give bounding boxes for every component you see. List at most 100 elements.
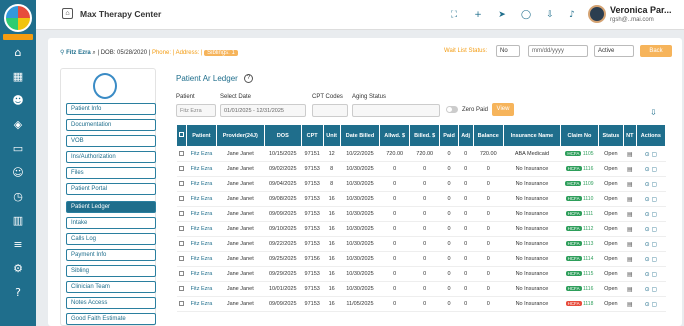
download-icon[interactable]: ⇩ <box>650 108 657 117</box>
row-checkbox[interactable] <box>179 240 185 246</box>
claim-cell[interactable]: HCFA 1109 <box>560 176 599 192</box>
note-icon[interactable]: ▤ <box>627 211 633 218</box>
claim-number[interactable]: 1113 <box>582 241 593 247</box>
table-row[interactable]: Fitz Ezra Jane Janet 09/10/2025 97153 16 10/3… <box>176 221 666 237</box>
row-checkbox-cell[interactable] <box>176 176 187 192</box>
message-action-icon[interactable]: ▢ <box>652 301 658 308</box>
menu-calls-log[interactable]: Calls Log <box>66 233 156 245</box>
view-action-icon[interactable]: ⊙ <box>645 241 652 248</box>
search-icon[interactable]: ⌕ <box>92 50 95 56</box>
claim-cell[interactable]: HCFA 1111 <box>560 206 599 222</box>
nt-cell[interactable]: ▤ <box>623 251 637 267</box>
actions-cell[interactable]: ⊙ ▢ <box>636 191 666 207</box>
view-action-icon[interactable]: ⊙ <box>645 181 652 188</box>
claim-badge[interactable]: HCFA <box>565 226 582 231</box>
note-icon[interactable]: ▤ <box>627 286 633 293</box>
nt-cell[interactable]: ▤ <box>623 161 637 177</box>
column-header[interactable]: DOS <box>263 124 302 147</box>
claim-badge[interactable]: HCFA <box>565 271 582 276</box>
note-icon[interactable]: ▤ <box>627 301 633 308</box>
claim-number[interactable]: 1109 <box>581 181 594 187</box>
column-header[interactable]: Allwd. $ <box>379 124 411 147</box>
message-action-icon[interactable]: ▢ <box>652 151 658 158</box>
table-row[interactable]: Fitz Ezra Jane Janet 09/09/2025 97153 16 10/3… <box>176 206 666 222</box>
siblings-badge[interactable]: Siblings: 1 <box>204 50 238 56</box>
claim-number[interactable]: 1116 <box>582 286 593 292</box>
patient-cell[interactable]: Fitz Ezra <box>186 281 217 297</box>
actions-cell[interactable]: ⊙ ▢ <box>636 146 666 162</box>
menu-notes-access[interactable]: Notes Access <box>66 297 156 309</box>
menu-patient-portal[interactable]: Patient Portal <box>66 183 156 195</box>
actions-cell[interactable]: ⊙ ▢ <box>636 221 666 237</box>
view-action-icon[interactable]: ⊙ <box>645 301 652 308</box>
claim-badge[interactable]: HCFA <box>565 241 582 246</box>
message-action-icon[interactable]: ▢ <box>652 196 658 203</box>
actions-cell[interactable]: ⊙ ▢ <box>636 236 666 252</box>
row-checkbox[interactable] <box>179 300 185 306</box>
row-checkbox[interactable] <box>179 195 185 201</box>
column-header[interactable] <box>175 124 188 147</box>
claim-cell[interactable]: HCFA 1105 <box>560 146 599 162</box>
billing-icon[interactable]: ▭ <box>11 142 25 156</box>
row-checkbox[interactable] <box>179 270 185 276</box>
patient-cell[interactable]: Fitz Ezra <box>186 191 217 207</box>
note-icon[interactable]: ▤ <box>627 256 633 263</box>
row-checkbox[interactable] <box>179 180 185 186</box>
menu-files[interactable]: Files <box>66 167 156 179</box>
column-header[interactable]: Adj <box>457 124 474 147</box>
claim-number[interactable]: 1118 <box>582 301 593 307</box>
note-icon[interactable]: ▤ <box>627 196 633 203</box>
note-icon[interactable]: ▤ <box>627 271 633 278</box>
claim-cell[interactable]: HCFA 1110 <box>560 191 599 207</box>
menu-clinician-team[interactable]: Clinician Team <box>66 281 156 293</box>
column-header[interactable]: Insurance Name <box>502 124 562 147</box>
menu-patient-ledger[interactable]: Patient Ledger <box>66 201 156 213</box>
clock-icon[interactable]: ◷ <box>11 190 25 204</box>
view-action-icon[interactable]: ⊙ <box>645 151 652 158</box>
claim-number[interactable]: 1111 <box>582 211 593 217</box>
settings-icon[interactable]: ⚙ <box>11 262 25 276</box>
message-action-icon[interactable]: ▢ <box>652 256 658 263</box>
zero-paid-toggle[interactable] <box>446 106 458 113</box>
claim-number[interactable]: 1112 <box>582 226 593 232</box>
claim-cell[interactable]: HCFA 1112 <box>560 221 599 237</box>
view-action-icon[interactable]: ⊙ <box>645 211 652 218</box>
calendar-icon[interactable]: ▦ <box>11 70 25 84</box>
nt-cell[interactable]: ▤ <box>623 296 637 312</box>
menu-sibling[interactable]: Sibling <box>66 265 156 277</box>
status-select[interactable]: Active <box>594 45 634 57</box>
claim-badge[interactable]: HCFA <box>565 256 582 261</box>
table-row[interactable]: Fitz Ezra Jane Janet 09/04/2025 97153 8 10/30… <box>176 176 666 192</box>
row-checkbox-cell[interactable] <box>176 296 187 312</box>
select-all-checkbox[interactable] <box>179 132 185 137</box>
menu-patient-info[interactable]: Patient Info <box>66 103 156 115</box>
wait-list-select[interactable]: No <box>496 45 520 57</box>
message-action-icon[interactable]: ▢ <box>652 286 658 293</box>
column-header[interactable]: Actions <box>635 124 667 147</box>
group-icon[interactable]: ☺ <box>11 166 25 180</box>
claim-cell[interactable]: HCFA 1113 <box>560 236 599 252</box>
actions-cell[interactable]: ⊙ ▢ <box>636 206 666 222</box>
patient-cell[interactable]: Fitz Ezra <box>186 206 217 222</box>
table-row[interactable]: Fitz Ezra Jane Janet 09/25/2025 97156 16 10/3… <box>176 251 666 267</box>
download-icon[interactable]: ⇩ <box>544 9 556 21</box>
nt-cell[interactable]: ▤ <box>623 281 637 297</box>
help-icon[interactable]: ? <box>244 74 253 83</box>
claim-number[interactable]: 1114 <box>582 256 593 262</box>
bell-icon[interactable]: ♪ <box>566 9 578 21</box>
nt-cell[interactable]: ▤ <box>623 266 637 282</box>
patient-select[interactable]: Fitz Ezra <box>176 104 216 117</box>
user-avatar[interactable] <box>588 5 606 23</box>
users-icon[interactable]: ☻ <box>11 94 25 108</box>
column-header[interactable]: Unit <box>322 124 341 147</box>
date-range-input[interactable]: 01/01/2025 - 12/31/2025 <box>220 104 306 117</box>
table-row[interactable]: Fitz Ezra Jane Janet 10/15/2025 97151 12 10/2… <box>176 146 666 162</box>
claim-badge[interactable]: HCFA <box>565 151 582 156</box>
claim-cell[interactable]: HCFA 1116 <box>560 161 599 177</box>
actions-cell[interactable]: ⊙ ▢ <box>636 266 666 282</box>
note-icon[interactable]: ▤ <box>627 166 633 173</box>
patient-cell[interactable]: Fitz Ezra <box>186 161 217 177</box>
nt-cell[interactable]: ▤ <box>623 176 637 192</box>
actions-cell[interactable]: ⊙ ▢ <box>636 281 666 297</box>
send-icon[interactable]: ➤ <box>496 9 508 21</box>
